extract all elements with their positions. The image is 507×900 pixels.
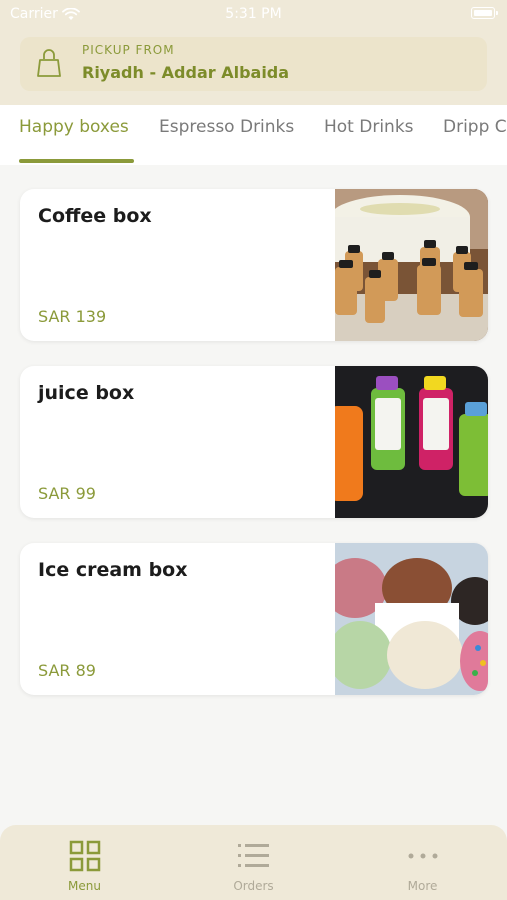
bottom-navigation: Menu Orders More	[0, 825, 507, 900]
tab-dripp-coffee[interactable]: Dripp C	[443, 117, 507, 137]
nav-more[interactable]: More	[338, 825, 507, 900]
tab-espresso-drinks[interactable]: Espresso Drinks	[159, 117, 294, 137]
product-price: SAR 139	[38, 307, 107, 326]
juice-bottles-image	[335, 366, 488, 518]
product-card-juice-box[interactable]: juice box SAR 99	[20, 366, 488, 518]
product-name: juice box	[38, 382, 135, 404]
nav-menu-label: Menu	[68, 879, 101, 893]
product-card-coffee-box[interactable]: Coffee box SAR 139	[20, 189, 488, 341]
shopping-bag-icon	[37, 49, 61, 77]
tab-happy-boxes[interactable]: Happy boxes	[19, 117, 129, 137]
active-tab-indicator	[19, 159, 134, 163]
pickup-location-selector[interactable]: PICKUP FROM Riyadh - Addar Albaida	[20, 37, 487, 91]
battery-icon	[471, 7, 498, 19]
nav-more-label: More	[407, 879, 438, 893]
status-bar: Carrier 5:31 PM	[0, 0, 507, 30]
nav-orders-label: Orders	[233, 879, 274, 893]
product-price: SAR 99	[38, 484, 96, 503]
category-tabs: Happy boxes Espresso Drinks Hot Drinks D…	[0, 105, 507, 165]
product-name: Coffee box	[38, 205, 152, 227]
nav-menu[interactable]: Menu	[0, 825, 169, 900]
header: Carrier 5:31 PM PICKUP FROM Riyadh - Add…	[0, 0, 507, 105]
more-dots-icon	[408, 853, 438, 859]
product-name: Ice cream box	[38, 559, 188, 581]
product-price: SAR 89	[38, 661, 96, 680]
tab-hot-drinks[interactable]: Hot Drinks	[324, 117, 414, 137]
list-icon	[238, 844, 269, 867]
status-time: 5:31 PM	[225, 6, 282, 22]
ice-cream-cups-image	[335, 543, 488, 695]
pickup-location: Riyadh - Addar Albaida	[82, 63, 290, 82]
coffee-bottles-image	[335, 189, 488, 341]
pickup-label: PICKUP FROM	[82, 43, 175, 57]
grid-icon	[69, 840, 101, 872]
nav-orders[interactable]: Orders	[169, 825, 338, 900]
product-card-ice-cream-box[interactable]: Ice cream box SAR 89	[20, 543, 488, 695]
